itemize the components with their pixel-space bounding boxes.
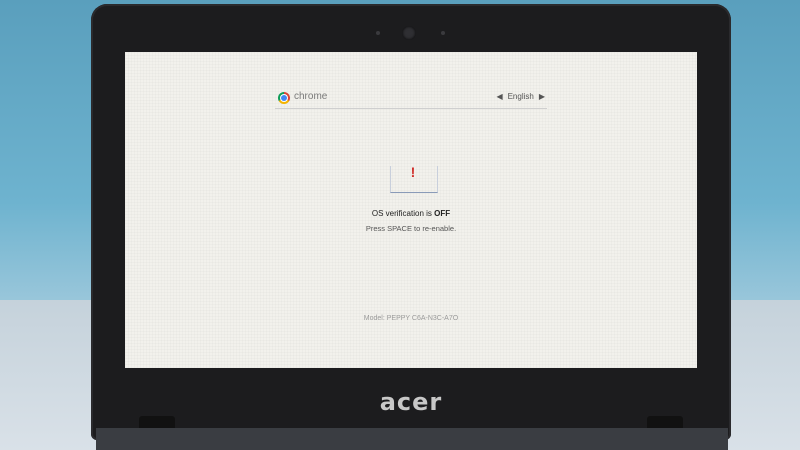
header-bar: chrome ◀ English ▶ [275, 90, 547, 109]
verification-status: OS verification is OFF [125, 209, 697, 218]
acer-logo: acer [379, 388, 443, 416]
brand-name: chrome [294, 91, 328, 102]
triangle-right-icon[interactable]: ▶ [539, 92, 545, 101]
language-selector[interactable]: ◀ English ▶ [496, 92, 545, 101]
status-state: OFF [434, 209, 451, 218]
webcam-icon [402, 26, 416, 40]
reenable-hint: Press SPACE to re-enable. [365, 224, 457, 233]
language-label: English [507, 92, 534, 101]
webcam-sensor-right [441, 31, 445, 35]
webcam-sensor-left [376, 31, 380, 35]
model-info: Model: PEPPY C6A-N3C-A7O [363, 315, 459, 322]
laptop-base [96, 428, 728, 450]
laptop-lid: chrome ◀ English ▶ ! OS verification is … [91, 4, 731, 440]
chrome-logo-icon [278, 92, 290, 104]
exclamation-icon: ! [410, 164, 416, 180]
recovery-screen: chrome ◀ English ▶ ! OS verification is … [125, 52, 697, 368]
status-text: OS verification is [371, 209, 435, 218]
triangle-left-icon[interactable]: ◀ [496, 92, 502, 101]
